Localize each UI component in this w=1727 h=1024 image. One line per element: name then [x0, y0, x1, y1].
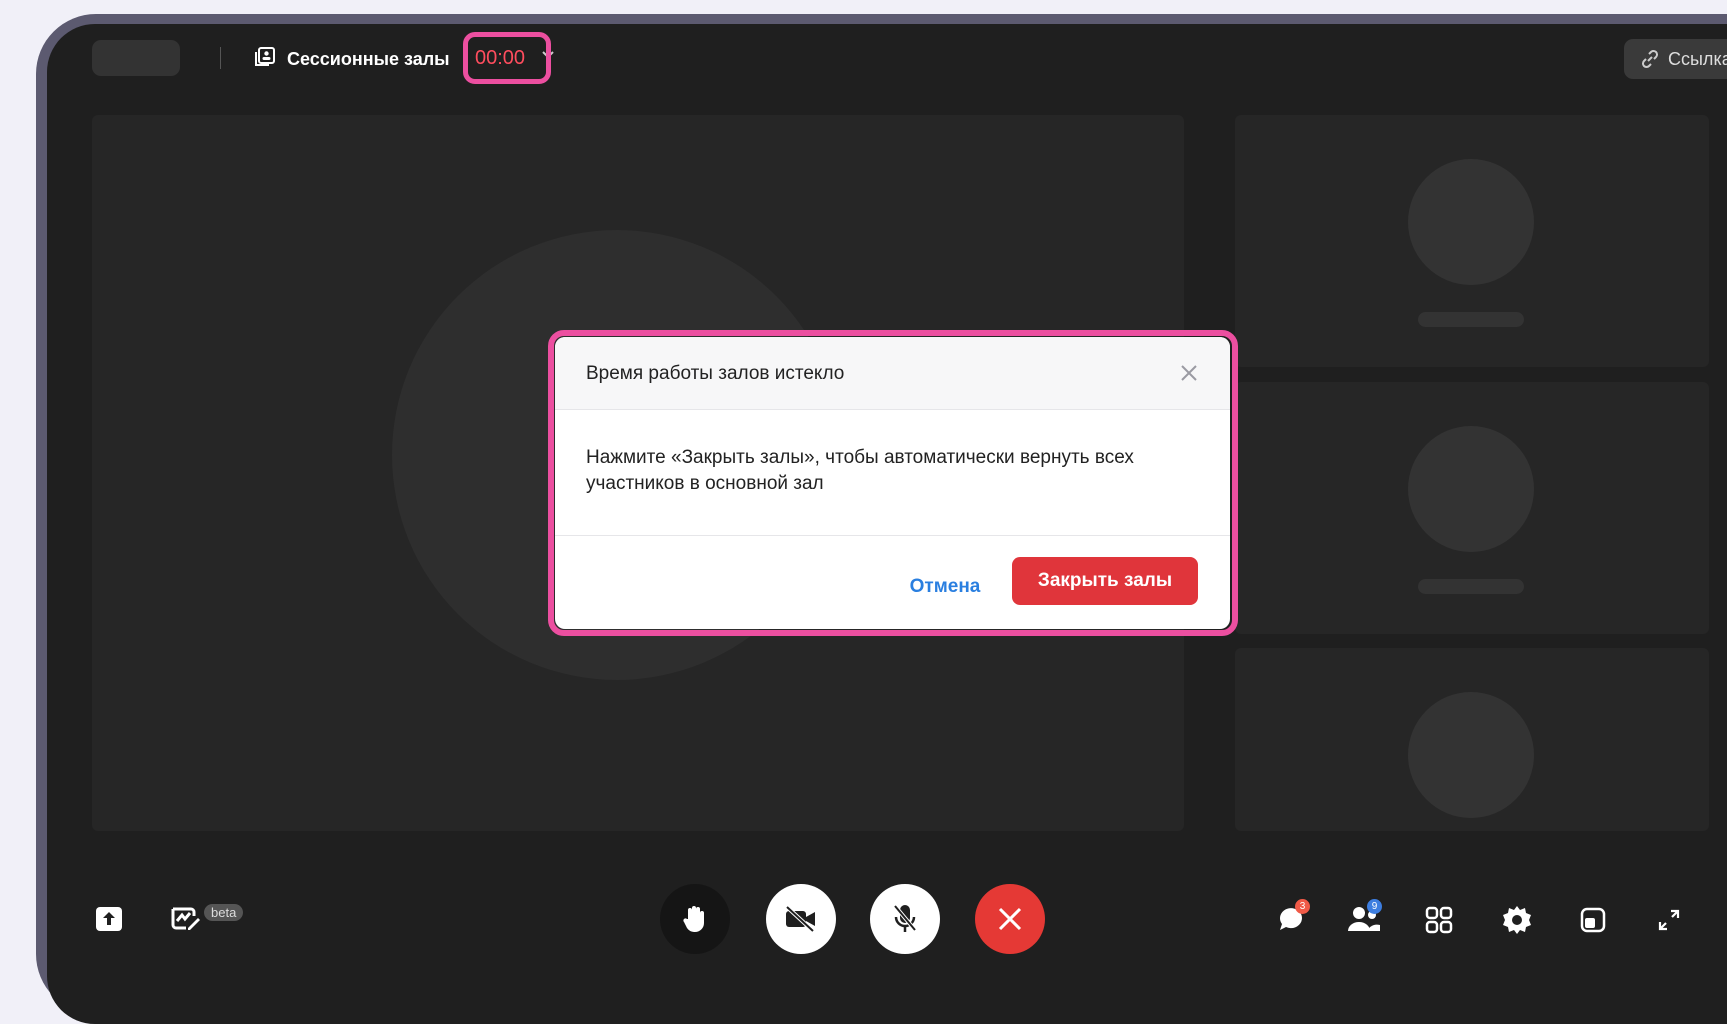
- beta-badge: beta: [204, 904, 244, 921]
- copy-link-button[interactable]: Ссылка: [1624, 39, 1727, 79]
- participant-tile[interactable]: [1235, 382, 1709, 634]
- camera-toggle-button[interactable]: [766, 884, 836, 954]
- breakout-rooms-icon: [255, 47, 275, 66]
- participant-name-placeholder: [1418, 312, 1524, 327]
- participant-tile[interactable]: [1235, 648, 1709, 831]
- logo-placeholder: [92, 40, 180, 76]
- close-icon: [998, 907, 1022, 931]
- chat-badge: 3: [1295, 899, 1310, 914]
- leave-call-button[interactable]: [975, 884, 1045, 954]
- picture-in-picture-icon[interactable]: [1580, 907, 1606, 933]
- microphone-toggle-button[interactable]: [870, 884, 940, 954]
- link-label: Ссылка: [1668, 49, 1727, 69]
- gear-icon[interactable]: [1502, 905, 1532, 935]
- timer-highlight: [463, 32, 551, 84]
- screen-share-icon[interactable]: [95, 906, 123, 932]
- grid-layout-icon[interactable]: [1425, 906, 1453, 934]
- participant-tile[interactable]: [1235, 115, 1709, 367]
- fullscreen-icon[interactable]: [1657, 908, 1681, 932]
- avatar: [1408, 426, 1534, 552]
- camera-off-icon: [785, 905, 815, 933]
- avatar: [1408, 159, 1534, 285]
- header-divider: [220, 47, 221, 69]
- raise-hand-button[interactable]: [660, 884, 730, 954]
- breakout-rooms-title[interactable]: Сессионные залы: [287, 49, 457, 70]
- whiteboard-icon[interactable]: [170, 904, 202, 932]
- microphone-off-icon: [893, 904, 917, 932]
- dialog-highlight: [548, 330, 1238, 636]
- avatar: [1408, 692, 1534, 818]
- participants-badge: 9: [1367, 899, 1382, 914]
- hand-icon: [683, 906, 704, 932]
- participant-name-placeholder: [1418, 579, 1524, 594]
- link-icon: [1641, 49, 1659, 69]
